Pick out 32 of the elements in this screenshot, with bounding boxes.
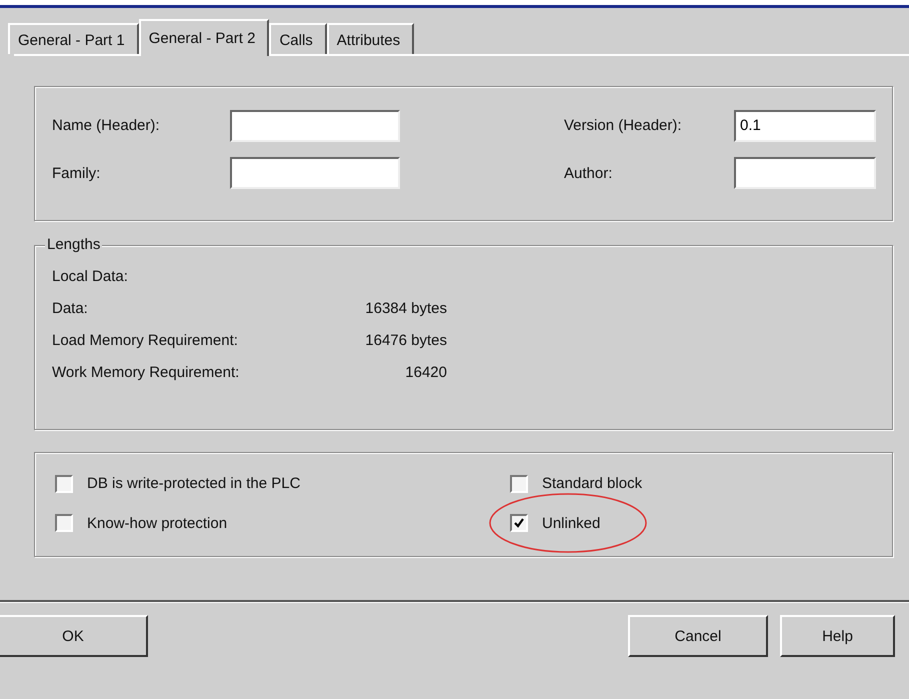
tab[interactable]: Calls	[269, 23, 327, 54]
length-label: Load Memory Requirement:	[52, 332, 239, 348]
input-field[interactable]	[734, 157, 876, 190]
dialog-button[interactable]: Help	[780, 615, 895, 657]
length-value: 16384 bytes	[364, 300, 447, 316]
dialog-button[interactable]: Cancel	[628, 615, 768, 657]
length-label: Data:	[52, 300, 89, 316]
length-value: 16420	[404, 364, 447, 380]
input-field[interactable]	[230, 110, 400, 142]
field-label: Version (Header):	[564, 117, 683, 134]
dialog-button[interactable]: OK	[0, 615, 148, 657]
checkbox-label: Unlinked	[542, 514, 600, 532]
checkbox[interactable]	[510, 514, 528, 532]
checkbox-label: Standard block	[542, 475, 642, 492]
field-label: Author:	[564, 164, 614, 182]
length-label: Local Data:	[52, 268, 129, 284]
field-label: Name (Header):	[52, 117, 161, 134]
input-field[interactable]: 0.1	[734, 110, 876, 142]
checkbox[interactable]	[510, 474, 528, 493]
check-icon	[513, 517, 525, 530]
checkbox[interactable]	[55, 514, 73, 532]
group-title: Lengths	[45, 236, 102, 253]
input-field[interactable]	[230, 157, 400, 190]
tab[interactable]: General - Part 2	[138, 19, 270, 56]
length-value: 16476 bytes	[364, 332, 447, 348]
tab[interactable]: Attributes	[326, 23, 414, 54]
length-label: Work Memory Requirement:	[52, 364, 240, 380]
checkbox[interactable]	[55, 474, 73, 493]
field-label: Family:	[52, 164, 102, 182]
checkbox-label: DB is write-protected in the PLC	[87, 475, 300, 492]
tab[interactable]: General - Part 1	[8, 23, 139, 54]
checkbox-label: Know-how protection	[87, 514, 228, 532]
